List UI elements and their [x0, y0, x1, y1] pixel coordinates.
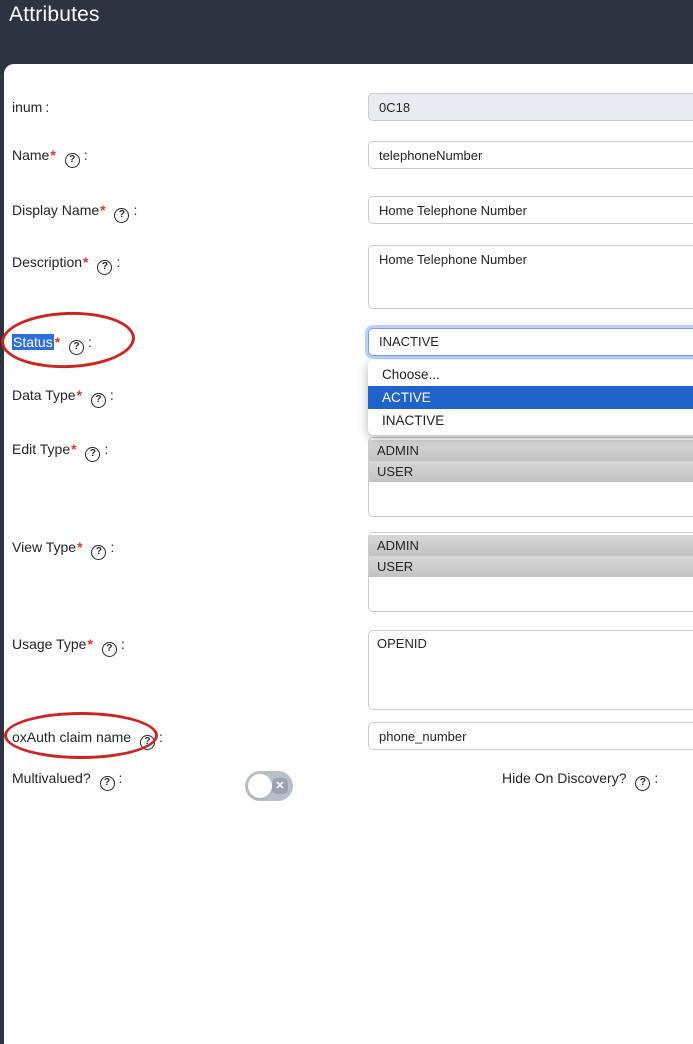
hide-on-discovery-label-text: Hide On Discovery?	[502, 770, 627, 786]
hide-on-discovery-colon: :	[654, 770, 658, 786]
hide-on-discovery-label: Hide On Discovery? ?:	[502, 768, 658, 791]
edit-type-required-asterisk: *	[71, 441, 76, 457]
usage-type-help-icon[interactable]: ?	[102, 642, 117, 657]
page-title: Attributes	[9, 3, 100, 27]
description-label-text: Description	[12, 254, 82, 270]
data-type-label: Data Type* ?:	[12, 385, 114, 408]
status-label: Status* ?:	[12, 332, 92, 355]
name-colon: :	[84, 147, 88, 163]
usage-type-label: Usage Type* ?:	[12, 634, 125, 657]
inum-input[interactable]	[368, 93, 693, 121]
edit-type-colon: :	[104, 441, 108, 457]
multivalued-label-text: Multivalued?	[12, 770, 91, 786]
inum-label: inum:	[12, 97, 49, 117]
description-label: Description* ?:	[12, 252, 120, 275]
usage-type-option-openid[interactable]: OPENID	[369, 633, 693, 654]
inum-colon: :	[45, 99, 49, 115]
multivalued-label: Multivalued? ?:	[12, 768, 122, 791]
attributes-form-card: inum: Name* ?: Display Name* ?: Descript…	[4, 64, 693, 1044]
display-name-label-text: Display Name	[12, 202, 99, 218]
view-type-colon: :	[110, 539, 114, 555]
oxauth-claim-name-colon: :	[159, 729, 163, 745]
status-colon: :	[88, 334, 92, 350]
multivalued-toggle-knob	[248, 774, 272, 798]
display-name-required-asterisk: *	[100, 202, 105, 218]
name-label: Name* ?:	[12, 145, 88, 168]
view-type-label-text: View Type	[12, 539, 76, 555]
status-help-icon[interactable]: ?	[69, 340, 84, 355]
description-textarea[interactable]: Home Telephone Number	[368, 245, 693, 309]
display-name-label: Display Name* ?:	[12, 200, 137, 223]
name-help-icon[interactable]: ?	[65, 153, 80, 168]
view-type-required-asterisk: *	[77, 539, 82, 555]
usage-type-colon: :	[121, 636, 125, 652]
view-type-option-user[interactable]: USER	[369, 556, 693, 577]
display-name-colon: :	[133, 202, 137, 218]
edit-type-option-admin[interactable]: ADMIN	[369, 440, 693, 461]
status-required-asterisk: *	[55, 334, 60, 350]
display-name-help-icon[interactable]: ?	[114, 208, 129, 223]
oxauth-claim-name-label: oxAuth claim name ?:	[12, 727, 163, 750]
oxauth-claim-name-label-text: oxAuth claim name	[12, 729, 131, 745]
multivalued-toggle-off-icon: ✕	[272, 778, 288, 794]
status-option-active[interactable]: ACTIVE	[368, 386, 693, 409]
view-type-help-icon[interactable]: ?	[91, 545, 106, 560]
description-help-icon[interactable]: ?	[97, 260, 112, 275]
view-type-multiselect[interactable]: ADMIN USER	[368, 532, 693, 612]
view-type-label: View Type* ?:	[12, 537, 114, 560]
hide-on-discovery-help-icon[interactable]: ?	[635, 776, 650, 791]
description-required-asterisk: *	[83, 254, 88, 270]
display-name-input[interactable]	[368, 196, 693, 224]
name-input[interactable]	[368, 141, 693, 169]
multivalued-toggle[interactable]: ✕	[245, 771, 293, 801]
usage-type-multiselect[interactable]: OPENID	[368, 630, 693, 710]
edit-type-label-text: Edit Type	[12, 441, 70, 457]
status-label-text-selected: Status	[12, 334, 54, 350]
inum-label-text: inum	[12, 99, 42, 115]
usage-type-label-text: Usage Type	[12, 636, 86, 652]
edit-type-option-user[interactable]: USER	[369, 461, 693, 482]
multivalued-colon: :	[119, 770, 123, 786]
view-type-option-admin[interactable]: ADMIN	[369, 535, 693, 556]
data-type-help-icon[interactable]: ?	[91, 393, 106, 408]
data-type-required-asterisk: *	[77, 387, 82, 403]
data-type-label-text: Data Type	[12, 387, 76, 403]
status-dropdown-menu: Choose... ACTIVE INACTIVE	[368, 360, 693, 435]
name-required-asterisk: *	[50, 147, 55, 163]
edit-type-multiselect[interactable]: ADMIN USER	[368, 437, 693, 517]
data-type-colon: :	[110, 387, 114, 403]
edit-type-label: Edit Type* ?:	[12, 439, 108, 462]
oxauth-claim-name-help-icon[interactable]: ?	[140, 735, 155, 750]
multivalued-help-icon[interactable]: ?	[100, 776, 115, 791]
description-colon: :	[116, 254, 120, 270]
status-select[interactable]: INACTIVE	[368, 328, 693, 356]
oxauth-claim-name-input[interactable]	[368, 722, 693, 750]
edit-type-help-icon[interactable]: ?	[85, 447, 100, 462]
status-option-inactive[interactable]: INACTIVE	[368, 409, 693, 432]
status-option-choose[interactable]: Choose...	[368, 363, 693, 386]
usage-type-required-asterisk: *	[87, 636, 92, 652]
name-label-text: Name	[12, 147, 49, 163]
